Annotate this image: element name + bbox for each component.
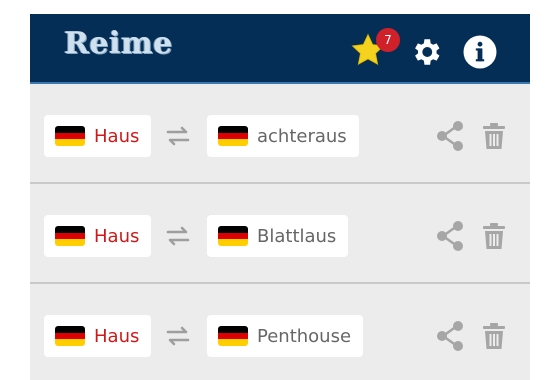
rhyme-row: Haus Penthouse — [30, 284, 530, 380]
rhyme-word: achteraus — [257, 125, 347, 147]
favorites-count-badge: 7 — [376, 28, 400, 52]
rhyme-word-chip[interactable]: achteraus — [207, 115, 359, 157]
source-word: Haus — [94, 225, 140, 247]
app-logo: Reime — [64, 26, 173, 61]
app-window: Reime 7 Haus achteraus Haus Blattlaus Ha… — [30, 14, 530, 380]
german-flag-icon — [218, 226, 248, 246]
german-flag-icon — [218, 126, 248, 146]
app-header: Reime 7 — [30, 14, 530, 84]
source-word-chip[interactable]: Haus — [44, 115, 152, 157]
rhyme-word-chip[interactable]: Blattlaus — [207, 215, 349, 257]
german-flag-icon — [55, 326, 85, 346]
swap-icon[interactable] — [164, 224, 192, 248]
trash-icon[interactable] — [482, 122, 506, 150]
rhyme-row: Haus achteraus — [30, 84, 530, 184]
rhyme-word-chip[interactable]: Penthouse — [207, 315, 364, 357]
share-icon[interactable] — [435, 220, 465, 252]
german-flag-icon — [218, 326, 248, 346]
settings-button[interactable] — [408, 34, 444, 70]
trash-icon[interactable] — [482, 322, 506, 350]
rhyme-word: Blattlaus — [257, 225, 337, 247]
swap-icon[interactable] — [164, 124, 192, 148]
rhyme-word: Penthouse — [257, 325, 352, 347]
source-word-chip[interactable]: Haus — [44, 315, 152, 357]
rhyme-row: Haus Blattlaus — [30, 184, 530, 284]
german-flag-icon — [55, 126, 85, 146]
share-icon[interactable] — [435, 320, 465, 352]
source-word-chip[interactable]: Haus — [44, 215, 152, 257]
info-button[interactable] — [462, 34, 498, 70]
swap-icon[interactable] — [164, 324, 192, 348]
trash-icon[interactable] — [482, 222, 506, 250]
source-word: Haus — [94, 325, 140, 347]
gear-icon — [415, 39, 440, 65]
german-flag-icon — [55, 226, 85, 246]
info-icon — [463, 35, 497, 69]
source-word: Haus — [94, 125, 140, 147]
share-icon[interactable] — [435, 120, 465, 152]
